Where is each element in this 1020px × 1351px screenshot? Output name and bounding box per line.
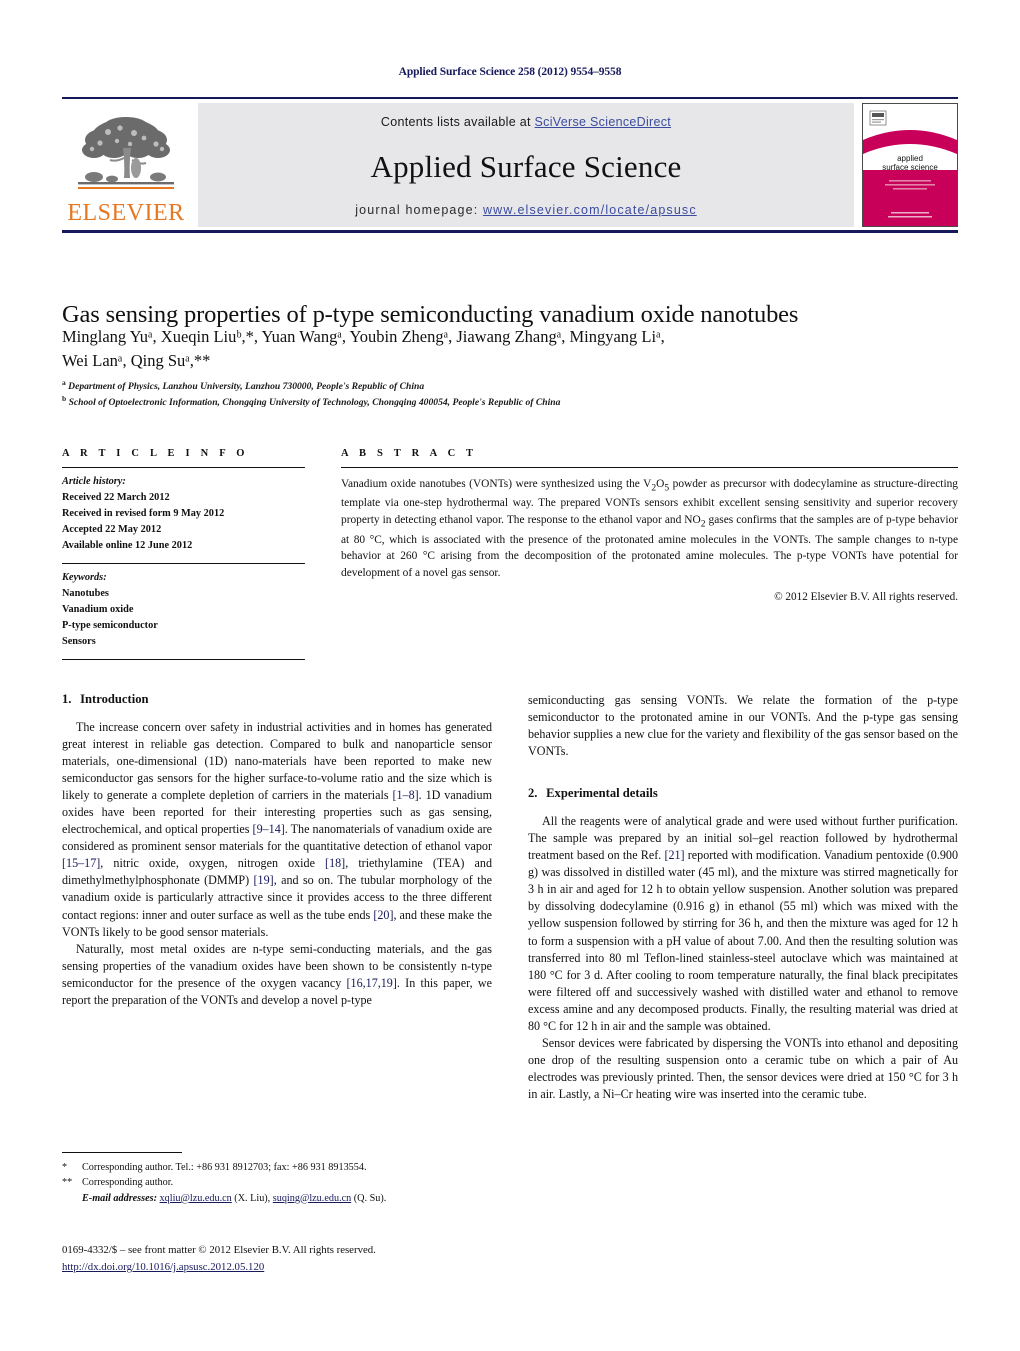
section-heading-introduction: 1. Introduction: [62, 692, 492, 707]
journal-title: Applied Surface Science: [370, 148, 682, 184]
footnote-block: * Corresponding author. Tel.: +86 931 891…: [62, 1152, 492, 1206]
imprint-block: 0169-4332/$ – see front matter © 2012 El…: [62, 1242, 522, 1275]
keyword-item: Vanadium oxide: [62, 603, 134, 615]
footnote-emails: E-mail addresses: xqliu@lzu.edu.cn (X. L…: [62, 1191, 492, 1206]
email-link-1[interactable]: xqliu@lzu.edu.cn: [160, 1193, 232, 1204]
affiliation-text-a: Department of Physics, Lanzhou Universit…: [68, 381, 425, 393]
section-heading-experimental: 2. Experimental details: [528, 786, 958, 801]
journal-band: Contents lists available at SciVerse Sci…: [198, 103, 854, 227]
section-number-1: 1.: [62, 692, 72, 706]
history-revised: Received in revised form 9 May 2012: [62, 507, 225, 519]
email-owner-1: (X. Liu),: [234, 1192, 271, 1204]
history-online: Available online 12 June 2012: [62, 539, 193, 551]
footnote-corresponding-1: * Corresponding author. Tel.: +86 931 891…: [62, 1160, 492, 1175]
sciencedirect-link[interactable]: SciVerse ScienceDirect: [535, 115, 672, 129]
contents-prefix: Contents lists available at: [380, 115, 535, 129]
affiliation-mark-b: b: [62, 393, 67, 403]
svg-text:applied: applied: [897, 154, 923, 163]
affiliation-list: a Department of Physics, Lanzhou Univers…: [62, 378, 952, 410]
email-link-2[interactable]: suqing@lzu.edu.cn: [273, 1193, 351, 1204]
footnote-text-1: Corresponding author. Tel.: +86 931 8912…: [82, 1162, 367, 1173]
journal-cover-thumbnail[interactable]: applied surface science: [862, 103, 958, 227]
author-line-2: Wei Lanᵃ, Qing Suᵃ,**: [62, 350, 211, 370]
footnote-mark-2: **: [62, 1177, 73, 1189]
running-head: Applied Surface Science 258 (2012) 9554–…: [398, 66, 622, 78]
article-history-label: Article history:: [62, 476, 126, 487]
affiliation-text-b: School of Optoelectronic Information, Ch…: [68, 396, 561, 408]
footnote-mark-1: *: [62, 1162, 68, 1173]
journal-homepage-link[interactable]: www.elsevier.com/locate/apsusc: [483, 203, 697, 217]
article-first-page: Applied Surface Science 258 (2012) 9554–…: [0, 0, 1020, 1351]
section-title-1: Introduction: [80, 692, 149, 706]
body-column-right: semiconducting gas sensing VONTs. We rel…: [528, 692, 958, 1103]
paragraph-continued: semiconducting gas sensing VONTs. We rel…: [528, 693, 958, 759]
column-gap: [305, 448, 341, 660]
contents-available-line: Contents lists available at SciVerse Sci…: [381, 115, 671, 129]
issn-front-matter: 0169-4332/$ – see front matter © 2012 El…: [62, 1244, 376, 1256]
elsevier-logo: ELSEVIER: [62, 103, 190, 227]
column-gap: [492, 692, 528, 1103]
doi-link[interactable]: http://dx.doi.org/10.1016/j.apsusc.2012.…: [62, 1261, 264, 1273]
copyright-line: © 2012 Elsevier B.V. All rights reserved…: [774, 591, 958, 604]
body-columns: 1. Introduction The increase concern ove…: [62, 692, 958, 1103]
affiliation-a: a Department of Physics, Lanzhou Univers…: [62, 378, 952, 394]
body-column-left: 1. Introduction The increase concern ove…: [62, 692, 492, 1103]
paragraph: All the reagents were of analytical grad…: [528, 814, 959, 1033]
article-info-rule-bottom: [62, 658, 305, 660]
footnote-text-2: Corresponding author.: [82, 1177, 174, 1189]
article-info-heading: A R T I C L E I N F O: [62, 448, 249, 459]
paragraph: Sensor devices were fabricated by disper…: [528, 1035, 958, 1101]
abstract-text: Vanadium oxide nanotubes (VONTs) were sy…: [341, 478, 959, 580]
journal-masthead: ELSEVIER Contents lists available at Sci…: [62, 97, 958, 233]
keyword-item: Sensors: [62, 635, 96, 647]
affiliation-mark-a: a: [62, 378, 66, 387]
history-received: Received 22 March 2012: [62, 491, 170, 503]
article-history-block: Article history: Received 22 March 2012 …: [62, 468, 305, 563]
section-title-2: Experimental details: [546, 786, 658, 801]
author-list: Minglang Yuᵃ, Xueqin Liuᵇ,*, Yuan Wangᵃ,…: [62, 325, 952, 373]
journal-homepage-line: journal homepage: www.elsevier.com/locat…: [355, 203, 696, 217]
abstract-heading: A B S T R A C T: [341, 448, 478, 459]
abstract-column: A B S T R A C T Vanadium oxide nanotubes…: [341, 448, 958, 660]
cover-artwork-icon: applied surface science: [863, 104, 957, 226]
affiliation-b: b School of Optoelectronic Information, …: [62, 394, 952, 410]
keyword-item: Nanotubes: [62, 587, 109, 599]
email-owner-2: (Q. Su).: [353, 1192, 387, 1204]
paragraph: The increase concern over safety in indu…: [62, 720, 492, 939]
masthead-top-rule: [62, 97, 958, 99]
keyword-item: P-type semiconductor: [62, 619, 158, 631]
article-info-column: A R T I C L E I N F O Article history: R…: [62, 448, 305, 660]
history-accepted: Accepted 22 May 2012: [62, 523, 162, 535]
elsevier-wordmark: ELSEVIER: [67, 200, 185, 226]
footnote-rule: [62, 1152, 182, 1153]
footnote-corresponding-2: ** Corresponding author.: [62, 1175, 492, 1190]
masthead-bottom-rule: [62, 230, 958, 233]
homepage-prefix: journal homepage:: [355, 203, 483, 217]
email-addresses-label: E-mail addresses:: [82, 1192, 157, 1204]
section-number-2: 2.: [528, 786, 538, 801]
svg-text:surface science: surface science: [882, 163, 938, 172]
author-line-1: Minglang Yuᵃ, Xueqin Liuᵇ,*, Yuan Wangᵃ,…: [62, 327, 665, 346]
info-abstract-band: A R T I C L E I N F O Article history: R…: [62, 448, 958, 660]
elsevier-tree-icon: [72, 114, 180, 200]
keywords-label: Keywords:: [62, 571, 107, 583]
keywords-block: Keywords: Nanotubes Vanadium oxide P-typ…: [62, 564, 305, 659]
paragraph: Naturally, most metal oxides are n-type …: [62, 941, 492, 1007]
